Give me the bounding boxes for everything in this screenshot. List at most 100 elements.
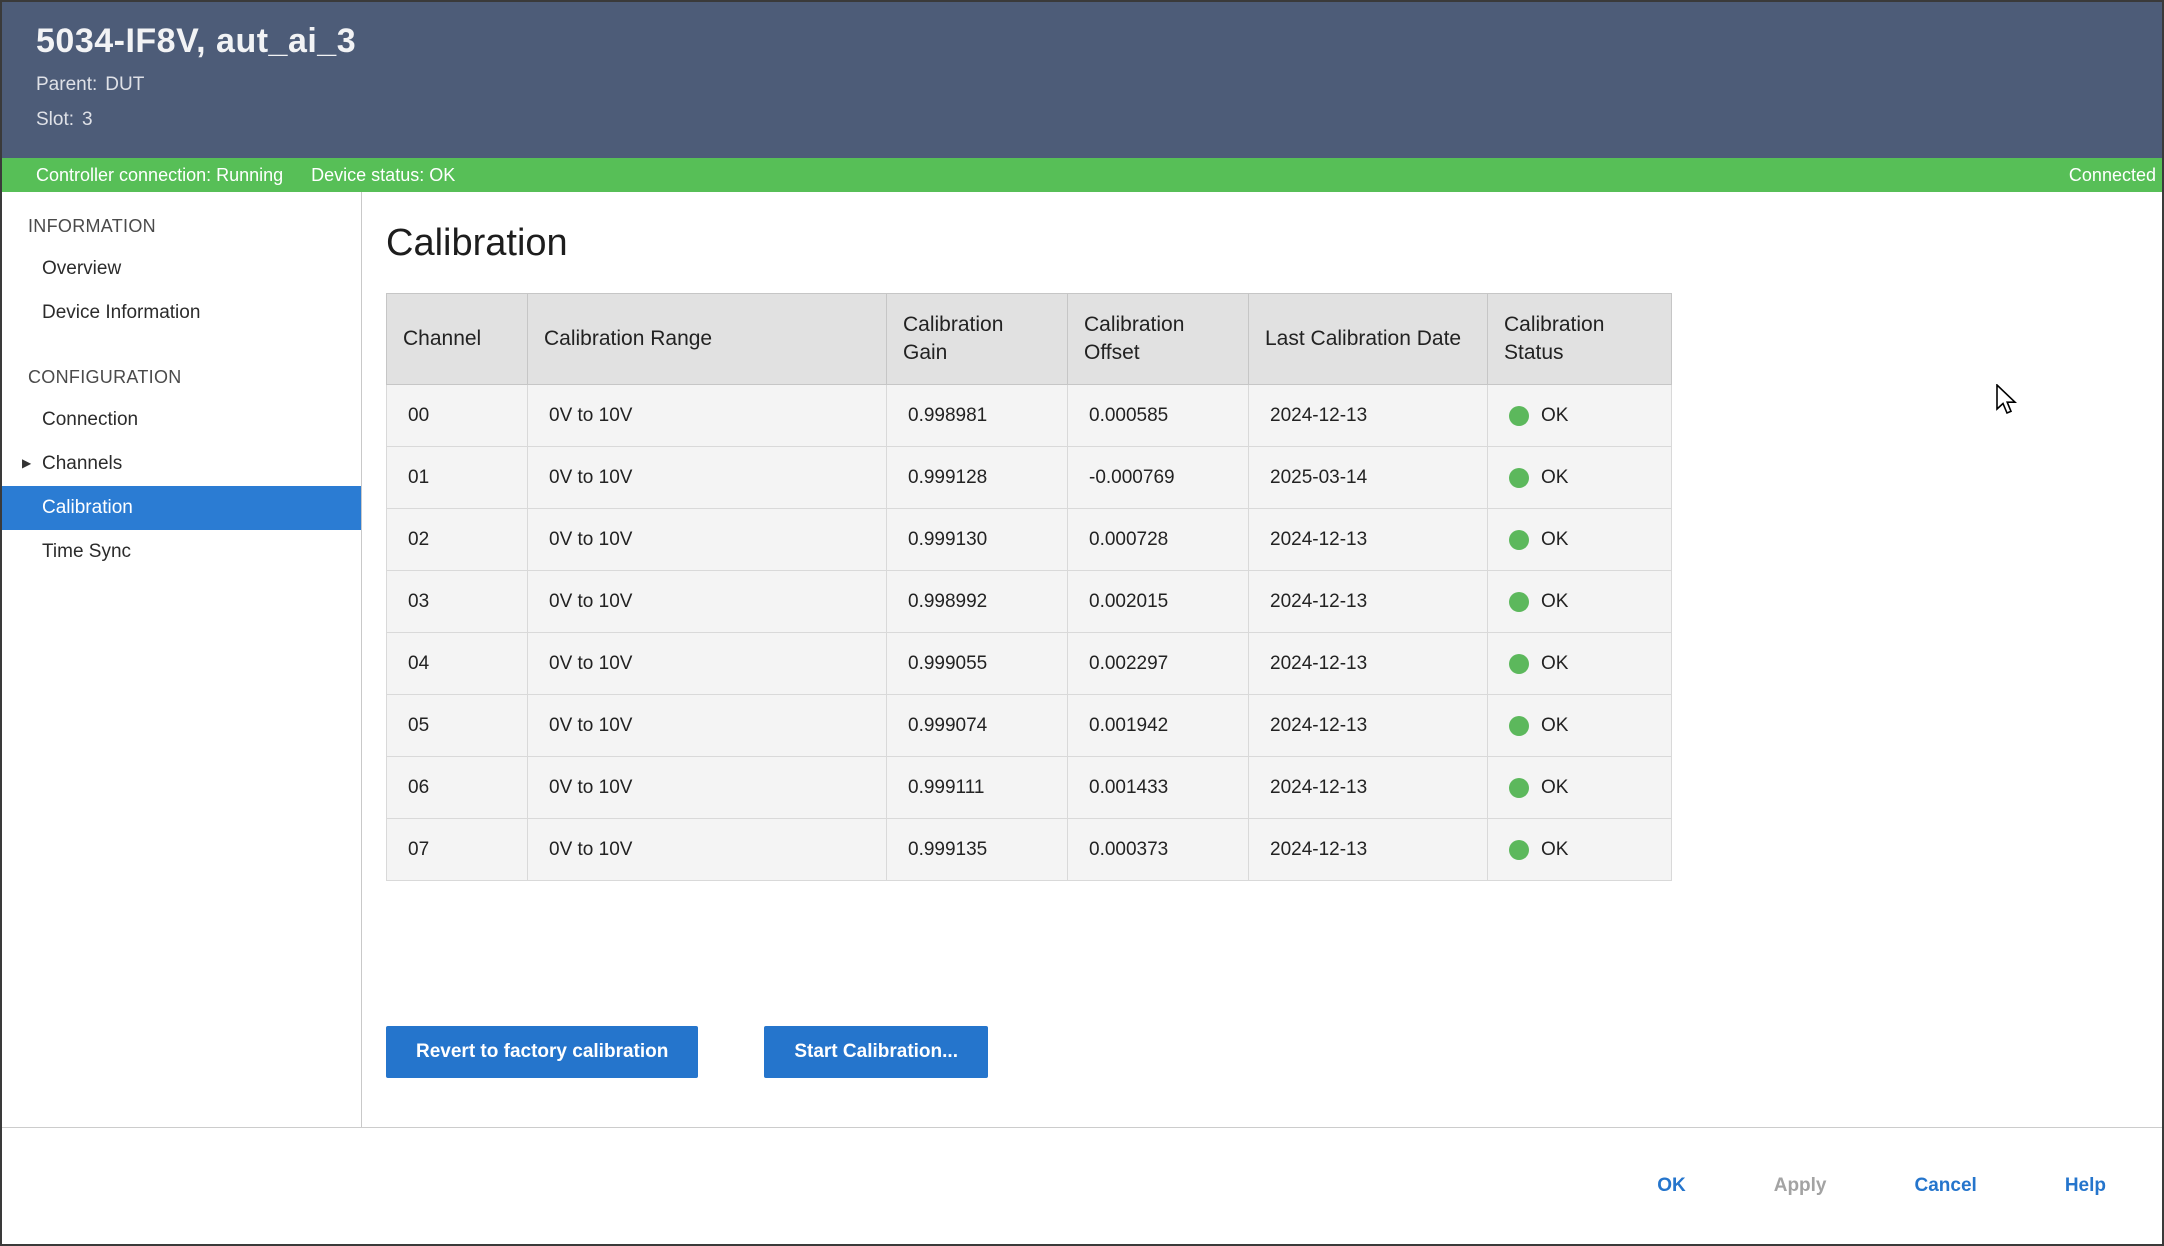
cell-date: 2024-12-13 [1249, 633, 1488, 695]
slot-value: 3 [82, 109, 93, 130]
sidebar-item-device-information[interactable]: Device Information [2, 291, 361, 335]
parent-label: Parent: [36, 74, 97, 95]
column-header-date: Last Calibration Date [1249, 294, 1488, 385]
device-title: 5034-IF8V, aut_ai_3 [36, 22, 2162, 61]
app-header: 5034-IF8V, aut_ai_3 Parent: DUT Slot: 3 [2, 2, 2162, 158]
sidebar-item-calibration[interactable]: Calibration [2, 486, 361, 530]
column-header-range: Calibration Range [528, 294, 887, 385]
status-text: OK [1541, 591, 1568, 613]
status-ok-icon [1509, 778, 1529, 798]
cell-status: OK [1488, 509, 1672, 571]
table-row: 03 0V to 10V 0.998992 0.002015 2024-12-1… [387, 571, 1672, 633]
page-title: Calibration [386, 222, 2162, 265]
apply-button[interactable]: Apply [1774, 1175, 1827, 1197]
cell-offset: 0.001942 [1068, 695, 1249, 757]
status-ok-icon [1509, 716, 1529, 736]
cell-status: OK [1488, 633, 1672, 695]
cell-range: 0V to 10V [528, 819, 887, 881]
column-header-offset: Calibration Offset [1068, 294, 1249, 385]
main-content: Calibration Channel Calibration Range Ca… [362, 192, 2162, 1127]
cell-gain: 0.998992 [887, 571, 1068, 633]
parent-value: DUT [105, 74, 144, 95]
cell-status: OK [1488, 757, 1672, 819]
action-button-row: Revert to factory calibration Start Cali… [386, 1026, 2162, 1078]
cell-date: 2024-12-13 [1249, 509, 1488, 571]
start-calibration-button[interactable]: Start Calibration... [764, 1026, 988, 1078]
cell-channel: 02 [387, 509, 528, 571]
cell-date: 2024-12-13 [1249, 757, 1488, 819]
status-text: OK [1541, 839, 1568, 861]
cell-range: 0V to 10V [528, 509, 887, 571]
cell-date: 2024-12-13 [1249, 385, 1488, 447]
ok-button[interactable]: OK [1657, 1175, 1686, 1197]
table-row: 04 0V to 10V 0.999055 0.002297 2024-12-1… [387, 633, 1672, 695]
cell-range: 0V to 10V [528, 695, 887, 757]
device-configuration-window: 5034-IF8V, aut_ai_3 Parent: DUT Slot: 3 Co… [0, 0, 2164, 1246]
status-text: OK [1541, 405, 1568, 427]
cell-channel: 03 [387, 571, 528, 633]
status-ok-icon [1509, 406, 1529, 426]
cell-channel: 06 [387, 757, 528, 819]
connection-state: Connected [2069, 165, 2156, 186]
cell-gain: 0.998981 [887, 385, 1068, 447]
cell-gain: 0.999128 [887, 447, 1068, 509]
cell-channel: 04 [387, 633, 528, 695]
sidebar-section-information: INFORMATION [2, 206, 361, 247]
table-row: 06 0V to 10V 0.999111 0.001433 2024-12-1… [387, 757, 1672, 819]
cell-gain: 0.999130 [887, 509, 1068, 571]
cell-offset: -0.000769 [1068, 447, 1249, 509]
cell-channel: 07 [387, 819, 528, 881]
cell-date: 2024-12-13 [1249, 819, 1488, 881]
cancel-button[interactable]: Cancel [1915, 1175, 1977, 1197]
cell-status: OK [1488, 571, 1672, 633]
cell-offset: 0.001433 [1068, 757, 1249, 819]
cell-gain: 0.999135 [887, 819, 1068, 881]
table-row: 00 0V to 10V 0.998981 0.000585 2024-12-1… [387, 385, 1672, 447]
cell-gain: 0.999074 [887, 695, 1068, 757]
status-ok-icon [1509, 654, 1529, 674]
status-bar: Controller connection: Running Device st… [2, 158, 2162, 192]
cell-offset: 0.002015 [1068, 571, 1249, 633]
status-text: OK [1541, 467, 1568, 489]
status-ok-icon [1509, 530, 1529, 550]
status-text: OK [1541, 777, 1568, 799]
status-ok-icon [1509, 592, 1529, 612]
cell-offset: 0.000728 [1068, 509, 1249, 571]
sidebar-item-connection[interactable]: Connection [2, 398, 361, 442]
cell-offset: 0.000585 [1068, 385, 1249, 447]
cell-range: 0V to 10V [528, 385, 887, 447]
sidebar-item-channels-label: Channels [42, 453, 122, 474]
cell-range: 0V to 10V [528, 757, 887, 819]
cell-status: OK [1488, 447, 1672, 509]
help-button[interactable]: Help [2065, 1175, 2106, 1197]
cell-status: OK [1488, 385, 1672, 447]
cell-status: OK [1488, 819, 1672, 881]
controller-connection-status: Controller connection: Running [36, 165, 283, 186]
table-row: 07 0V to 10V 0.999135 0.000373 2024-12-1… [387, 819, 1672, 881]
status-text: OK [1541, 653, 1568, 675]
dialog-footer: OK Apply Cancel Help [2, 1128, 2162, 1244]
sidebar-item-overview[interactable]: Overview [2, 247, 361, 291]
body-row: INFORMATION Overview Device Information … [2, 192, 2162, 1127]
slot-label: Slot: [36, 109, 74, 130]
cell-range: 0V to 10V [528, 633, 887, 695]
cell-gain: 0.999055 [887, 633, 1068, 695]
calibration-table: Channel Calibration Range Calibration Ga… [386, 293, 1672, 881]
device-status: Device status: OK [311, 165, 455, 186]
cell-channel: 01 [387, 447, 528, 509]
cell-range: 0V to 10V [528, 447, 887, 509]
cell-gain: 0.999111 [887, 757, 1068, 819]
cell-offset: 0.000373 [1068, 819, 1249, 881]
table-row: 01 0V to 10V 0.999128 -0.000769 2025-03-… [387, 447, 1672, 509]
table-row: 02 0V to 10V 0.999130 0.000728 2024-12-1… [387, 509, 1672, 571]
sidebar-item-time-sync[interactable]: Time Sync [2, 530, 361, 574]
status-ok-icon [1509, 840, 1529, 860]
parent-line: Parent: DUT [36, 74, 2162, 96]
cell-offset: 0.002297 [1068, 633, 1249, 695]
revert-factory-calibration-button[interactable]: Revert to factory calibration [386, 1026, 698, 1078]
cell-date: 2025-03-14 [1249, 447, 1488, 509]
expand-arrow-icon[interactable]: ▶ [22, 456, 31, 470]
cell-channel: 00 [387, 385, 528, 447]
sidebar-item-channels[interactable]: ▶ Channels [2, 442, 361, 486]
cell-range: 0V to 10V [528, 571, 887, 633]
